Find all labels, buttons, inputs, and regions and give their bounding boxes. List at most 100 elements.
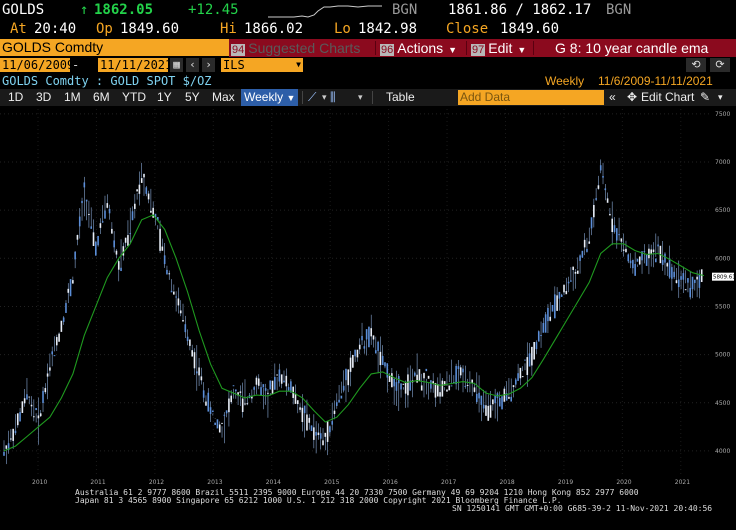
- table-button[interactable]: Table: [386, 89, 415, 106]
- candle-body: [235, 389, 237, 392]
- candle-body: [83, 182, 86, 188]
- chevron-down-icon[interactable]: ▾: [358, 89, 363, 106]
- candle-body: [74, 251, 76, 260]
- candle-body: [191, 350, 193, 357]
- candle-type-icon[interactable]: ⫼: [330, 89, 336, 106]
- candle-body: [604, 188, 607, 191]
- period-button-1d[interactable]: 1D: [8, 89, 23, 106]
- suggested-charts-menu[interactable]: 94 Suggested Charts: [231, 39, 360, 57]
- actions-menu[interactable]: 96 Actions ▼: [380, 39, 457, 57]
- x-tick-label: 2011: [90, 479, 105, 486]
- period-button-3d[interactable]: 3D: [36, 89, 51, 106]
- candle-body: [340, 395, 343, 399]
- edit-menu[interactable]: 97 Edit ▼: [471, 39, 526, 57]
- close-label: Close: [446, 21, 489, 37]
- menu-separator: [466, 41, 467, 55]
- end-date-field[interactable]: 11/11/2021: [98, 58, 172, 72]
- candle-body: [384, 362, 386, 367]
- candle-body: [492, 399, 494, 405]
- redo-icon[interactable]: ⟳: [710, 58, 730, 72]
- security-field[interactable]: GOLDS Comdty: [0, 39, 229, 56]
- menu-num: 97: [471, 44, 486, 56]
- candle-body: [5, 445, 8, 449]
- candle-body: [184, 324, 187, 333]
- candle-body: [391, 373, 393, 388]
- candle-body: [170, 290, 173, 293]
- candle-body: [97, 235, 99, 246]
- candle-body: [143, 173, 145, 178]
- candle-body: [558, 291, 561, 299]
- add-data-input[interactable]: Add Data: [458, 90, 604, 105]
- x-tick-label: 2015: [324, 479, 339, 486]
- candle-body: [634, 264, 636, 276]
- candle-body: [588, 241, 591, 244]
- y-tick-label: 6000: [715, 255, 730, 262]
- candle-body: [519, 367, 522, 379]
- candle-body: [3, 452, 5, 456]
- candle-body: [329, 426, 331, 433]
- currency-value: ILS: [223, 58, 245, 72]
- candle-body: [652, 249, 655, 252]
- chart-area[interactable]: 7500 7000 6500 6000 5500 5000 4500 4000 2010 2011…: [0, 107, 736, 487]
- menu-label: Suggested Charts: [248, 40, 361, 56]
- candle-body: [90, 226, 93, 229]
- candle-body: [207, 392, 210, 412]
- period-button-1m[interactable]: 1M: [64, 89, 81, 106]
- candle-body: [131, 211, 134, 221]
- candle-body: [395, 382, 398, 391]
- collapse-icon[interactable]: «: [609, 89, 616, 106]
- candle-body: [161, 246, 164, 251]
- edit-pencil-icon[interactable]: ✎: [700, 89, 710, 106]
- candle-body: [567, 281, 570, 284]
- next-arrow-icon[interactable]: ›: [202, 58, 215, 72]
- candle-body: [138, 184, 141, 194]
- candle-body: [677, 279, 680, 288]
- arrows-icon[interactable]: ✥: [627, 89, 637, 106]
- candle-body: [55, 337, 58, 346]
- candle-body: [301, 407, 304, 423]
- calendar-icon[interactable]: ▦: [170, 58, 183, 72]
- chevron-down-icon: ▼: [517, 45, 527, 55]
- footer: Australia 61 2 9777 8600 Brazil 5511 239…: [0, 487, 736, 530]
- period-button-1y[interactable]: 1Y: [157, 89, 172, 106]
- candle-body: [593, 204, 595, 218]
- candle-body: [402, 383, 405, 385]
- start-date-field[interactable]: 11/06/2009: [0, 58, 74, 72]
- chevron-down-icon[interactable]: ▾: [322, 89, 327, 106]
- period-button-max[interactable]: Max: [212, 89, 235, 106]
- candle-body: [524, 359, 526, 361]
- candle-body: [65, 303, 67, 313]
- candle-body: [680, 276, 682, 280]
- prev-arrow-icon[interactable]: ‹: [186, 58, 199, 72]
- period-button-6m[interactable]: 6M: [93, 89, 110, 106]
- candle-body: [216, 419, 219, 429]
- edit-chart-button[interactable]: Edit Chart: [641, 89, 694, 106]
- candle-body: [636, 258, 639, 262]
- candle-body: [200, 376, 203, 381]
- candle-body: [16, 413, 19, 426]
- last-price: 1862.05: [94, 2, 154, 18]
- period-button-ytd[interactable]: YTD: [122, 89, 146, 106]
- candle-body: [620, 238, 623, 242]
- undo-icon[interactable]: ⟲: [686, 58, 706, 72]
- candle-body: [280, 374, 283, 384]
- candle-body: [613, 225, 616, 232]
- period-button-5y[interactable]: 5Y: [185, 89, 200, 106]
- price-chart[interactable]: 7500 7000 6500 6000 5500 5000 4500 4000 2010 2011…: [0, 107, 736, 487]
- candle-body: [689, 287, 692, 298]
- y-tick-label: 4500: [715, 400, 730, 407]
- candle-body: [414, 372, 416, 376]
- source-label-2: BGN: [606, 2, 632, 18]
- chart-name[interactable]: G 8: 10 year candle ema: [555, 39, 708, 57]
- candle-body: [202, 390, 205, 398]
- frequency-select[interactable]: Weekly ▼: [241, 89, 299, 106]
- candle-body: [418, 369, 421, 382]
- candle-body: [67, 288, 70, 293]
- low-value: 1842.98: [358, 21, 418, 37]
- line-chart-icon[interactable]: ⟋: [308, 89, 316, 106]
- candle-body: [597, 185, 600, 189]
- footer-session: SN 1250141 GMT GMT+0:00 G685-39-2 11-Nov…: [452, 504, 713, 513]
- y-tick-label: 5000: [715, 352, 730, 359]
- chevron-down-icon[interactable]: ▾: [718, 89, 723, 106]
- currency-select[interactable]: ILS ▼: [221, 58, 303, 72]
